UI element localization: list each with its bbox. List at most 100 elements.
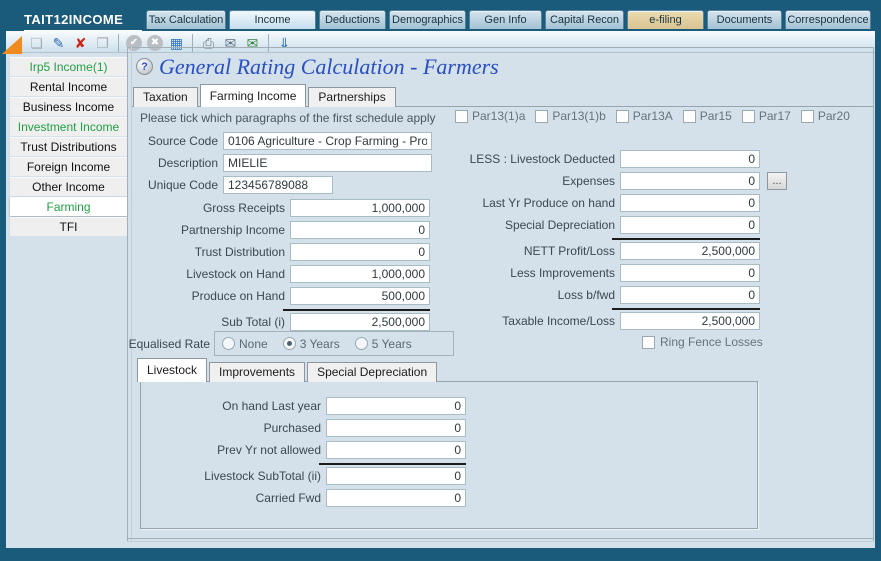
radio-button[interactable] [222, 337, 235, 350]
field-expenses[interactable] [620, 172, 760, 190]
checkbox-box[interactable] [801, 110, 814, 123]
field-livestock-subtotal-ii[interactable] [326, 467, 466, 485]
content-border-left [131, 47, 132, 541]
print-icon[interactable]: ⎙ [199, 33, 218, 52]
field-on-hand-last-year[interactable] [326, 397, 466, 415]
checkbox-box[interactable] [616, 110, 629, 123]
tab-e-filing[interactable]: e-filing [627, 10, 704, 29]
expenses-browse-button[interactable]: ... [767, 172, 787, 190]
label-expenses: Expenses [440, 174, 615, 188]
label-less-livestock-deducted: LESS : Livestock Deducted [440, 152, 615, 166]
label-on-hand-last-year: On hand Last year [146, 399, 321, 413]
sum-line [612, 238, 760, 240]
sidebar-item-investment-income[interactable]: Investment Income [10, 117, 127, 136]
import-icon[interactable]: ⇓ [275, 33, 294, 52]
checkbox-par20[interactable]: Par20 [801, 109, 850, 123]
tab-gen-info[interactable]: Gen Info [469, 10, 542, 29]
tab-deductions[interactable]: Deductions [319, 10, 386, 29]
field-carried-fwd[interactable] [326, 489, 466, 507]
email-send-icon[interactable]: ✉ [243, 33, 262, 52]
delete-record-icon[interactable]: ✘ [71, 33, 90, 52]
tab-correspondence[interactable]: Correspondence [785, 10, 871, 29]
sub-tab-strip: TaxationFarming IncomePartnerships [133, 84, 398, 107]
field-produce-on-hand[interactable] [290, 287, 430, 305]
checkbox-par17[interactable]: Par17 [742, 109, 791, 123]
tab-capital-recon[interactable]: Capital Recon [545, 10, 624, 29]
sidebar-item-foreign-income[interactable]: Foreign Income [10, 157, 127, 176]
checkbox-box[interactable] [535, 110, 548, 123]
checkbox-par13-1-a[interactable]: Par13(1)a [455, 109, 525, 123]
field-trust-distribution[interactable] [290, 243, 430, 261]
field-purchased[interactable] [326, 419, 466, 437]
row-on-hand-last-year: On hand Last year [146, 397, 466, 415]
cancel-icon: ✖ [147, 35, 163, 51]
label-gross-receipts: Gross Receipts [140, 201, 285, 215]
subtab-taxation[interactable]: Taxation [133, 87, 198, 107]
sidebar-item-other-income[interactable]: Other Income [10, 177, 127, 196]
bottomtab-livestock[interactable]: Livestock [137, 358, 207, 382]
toolbar-icons: ❏✎✘❐✔✖▦⎙✉✉⇓ [27, 33, 294, 52]
checkbox-box[interactable] [683, 110, 696, 123]
checkbox-box[interactable] [642, 336, 655, 349]
confirm-icon: ✔ [126, 35, 142, 51]
sidebar-item-business-income[interactable]: Business Income [10, 97, 127, 116]
checkbox-box[interactable] [455, 110, 468, 123]
subtab-farming-income[interactable]: Farming Income [200, 84, 307, 107]
sidebar-item-farming[interactable]: Farming [10, 197, 127, 216]
field-loss-b-fwd[interactable] [620, 286, 760, 304]
radio-none[interactable]: None [222, 337, 268, 351]
checkbox-par15[interactable]: Par15 [683, 109, 732, 123]
tab-demographics[interactable]: Demographics [389, 10, 466, 29]
sidebar-item-tfi[interactable]: TFI [10, 217, 127, 236]
radio-label: 3 Years [300, 337, 340, 351]
email-refresh-icon[interactable]: ✉ [221, 33, 240, 52]
page-title: General Rating Calculation - Farmers [159, 54, 499, 80]
field-last-yr-produce-on-hand[interactable] [620, 194, 760, 212]
label-last-yr-produce-on-hand: Last Yr Produce on hand [440, 196, 615, 210]
checkbox-par13a[interactable]: Par13A [616, 109, 673, 123]
subtab-partnerships[interactable]: Partnerships [308, 87, 395, 107]
field-gross-receipts[interactable] [290, 199, 430, 217]
field-special-depreciation[interactable] [620, 216, 760, 234]
field-taxable-income-loss[interactable] [620, 312, 760, 330]
field-nett-profit-loss[interactable] [620, 242, 760, 260]
field-livestock-on-hand[interactable] [290, 265, 430, 283]
checkbox-box[interactable] [742, 110, 755, 123]
edit-record-icon[interactable]: ✎ [49, 33, 68, 52]
row-expenses: Expenses... [440, 172, 760, 190]
form-preview-icon[interactable]: ▦ [167, 33, 186, 52]
field-prev-yr-not-allowed[interactable] [326, 441, 466, 459]
tab-tax-calculation[interactable]: Tax Calculation [146, 10, 226, 29]
label-carried-fwd: Carried Fwd [146, 491, 321, 505]
radio-button[interactable] [355, 337, 368, 350]
bottomtab-improvements[interactable]: Improvements [209, 362, 305, 382]
field-partnership-income[interactable] [290, 221, 430, 239]
field-description[interactable] [223, 154, 432, 172]
sidebar-item-irp5-income-1[interactable]: Irp5 Income(1) [10, 57, 127, 76]
row-description: Description [140, 154, 432, 172]
field-source-code[interactable] [223, 132, 432, 150]
toolbar-separator [192, 34, 193, 52]
identification-fields: Source CodeDescriptionUnique Code [140, 132, 432, 198]
checkbox-label: Par17 [759, 109, 791, 123]
field-unique-code[interactable] [223, 176, 333, 194]
help-icon[interactable]: ? [136, 58, 153, 75]
tab-documents[interactable]: Documents [707, 10, 782, 29]
radio-5-years[interactable]: 5 Years [355, 337, 412, 351]
sidebar-item-rental-income[interactable]: Rental Income [10, 77, 127, 96]
tab-income[interactable]: Income [229, 10, 316, 29]
ring-fence-losses-checkbox[interactable]: Ring Fence Losses [642, 335, 763, 349]
radio-button[interactable] [283, 337, 296, 350]
sidebar-item-trust-distributions[interactable]: Trust Distributions [10, 137, 127, 156]
field-less-improvements[interactable] [620, 264, 760, 282]
bottomtab-special-depreciation[interactable]: Special Depreciation [307, 362, 437, 382]
label-taxable-income-loss: Taxable Income/Loss [440, 314, 615, 328]
radio-3-years[interactable]: 3 Years [283, 337, 340, 351]
equalised-rate-label: Equalised Rate [100, 337, 210, 351]
field-less-livestock-deducted[interactable] [620, 150, 760, 168]
checkbox-par13-1-b[interactable]: Par13(1)b [535, 109, 605, 123]
income-fields: Gross ReceiptsPartnership IncomeTrust Di… [140, 199, 430, 335]
sidebar-divider [127, 47, 128, 541]
label-purchased: Purchased [146, 421, 321, 435]
field-sub-total-i[interactable] [290, 313, 430, 331]
